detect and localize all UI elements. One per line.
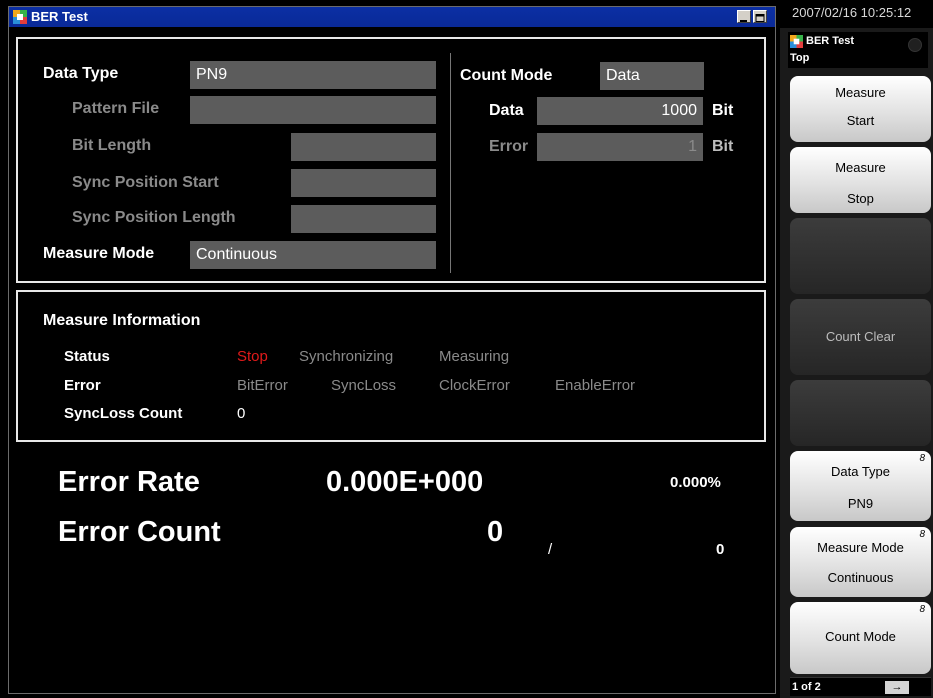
- submenu-indicator-icon: 8: [919, 604, 925, 615]
- data-type-label: Data Type: [43, 65, 119, 82]
- key-label: Data Type: [830, 464, 891, 479]
- data-type-key[interactable]: 8 Data Type PN9: [790, 451, 931, 521]
- key-label: Measure: [835, 85, 886, 100]
- data-type-field[interactable]: PN9: [190, 61, 436, 89]
- status-measuring: Measuring: [439, 348, 510, 365]
- key-label: Stop: [847, 191, 874, 206]
- key-label: Measure Mode: [817, 540, 904, 555]
- clock-bar: 2007/02/16 10:25:12: [780, 0, 933, 28]
- error-count-result-value: 0: [487, 516, 504, 548]
- error-count-result-label: Error Count: [58, 516, 221, 548]
- function-key-panel: 2007/02/16 10:25:12 BER Test Top Measure…: [780, 0, 933, 698]
- total-count-value: 0: [716, 541, 725, 558]
- syncloss-count-value: 0: [237, 405, 246, 422]
- measure-start-button[interactable]: Measure Start: [790, 76, 931, 142]
- error-biterror: BitError: [237, 377, 288, 394]
- error-enableerror: EnableError: [555, 377, 636, 394]
- page-indicator: 1 of 2: [792, 681, 821, 693]
- count-separator: /: [548, 541, 553, 558]
- submenu-indicator-icon: 8: [919, 529, 925, 540]
- status-indicator-icon: [908, 38, 922, 52]
- sync-position-length-label: Sync Position Length: [72, 209, 236, 226]
- error-rate-label: Error Rate: [58, 466, 200, 498]
- datetime: 2007/02/16 10:25:12: [792, 5, 912, 20]
- status-label: Status: [64, 348, 110, 365]
- side-header: BER Test Top: [788, 32, 928, 68]
- error-rate-percent: 0.000%: [670, 474, 721, 491]
- page-bar: 1 of 2 →: [790, 677, 931, 696]
- error-rate-value: 0.000E+000: [326, 466, 484, 498]
- measure-mode-label: Measure Mode: [43, 245, 155, 262]
- key-label: Count Clear: [825, 329, 896, 344]
- blank-key-5: [790, 380, 931, 446]
- next-page-arrow-icon[interactable]: →: [885, 681, 909, 694]
- minimize-button[interactable]: [737, 10, 751, 23]
- data-count-label: Data: [489, 102, 524, 119]
- error-label: Error: [64, 377, 101, 394]
- measure-stop-button[interactable]: Measure Stop: [790, 147, 931, 213]
- bit-length-label: Bit Length: [72, 137, 152, 154]
- sync-position-start-field[interactable]: [291, 169, 436, 197]
- settings-panel: Data Type PN9 Pattern File Bit Length Sy…: [16, 37, 766, 283]
- blank-key-3: [790, 218, 931, 294]
- status-synchronizing: Synchronizing: [299, 348, 394, 365]
- app-icon: [13, 10, 27, 24]
- status-stop: Stop: [237, 348, 268, 365]
- count-mode-field[interactable]: Data: [600, 62, 704, 90]
- submenu-indicator-icon: 8: [919, 453, 925, 464]
- measure-information-panel: Measure Information Status Stop Synchron…: [16, 290, 766, 442]
- pattern-file-field[interactable]: [190, 96, 436, 124]
- measure-mode-field[interactable]: Continuous: [190, 241, 436, 269]
- key-value: PN9: [847, 496, 874, 511]
- data-count-field[interactable]: 1000: [537, 97, 703, 125]
- error-unit: Bit: [712, 138, 734, 155]
- error-syncloss: SyncLoss: [331, 377, 397, 394]
- count-mode-label: Count Mode: [460, 67, 553, 84]
- key-label: Measure: [835, 160, 886, 175]
- sync-position-start-label: Sync Position Start: [72, 174, 219, 191]
- key-value: Continuous: [827, 570, 894, 585]
- syncloss-count-label: SyncLoss Count: [64, 405, 183, 422]
- maximize-button[interactable]: [753, 10, 767, 23]
- measure-mode-key[interactable]: 8 Measure Mode Continuous: [790, 527, 931, 597]
- side-menu-title: Top: [790, 52, 810, 64]
- side-app-title: BER Test: [806, 35, 855, 47]
- panel-divider: [450, 53, 451, 273]
- app-icon: [790, 35, 803, 48]
- key-label: Count Mode: [825, 629, 896, 644]
- sync-position-length-field[interactable]: [291, 205, 436, 233]
- error-clockerror: ClockError: [439, 377, 510, 394]
- measure-information-title: Measure Information: [43, 312, 201, 329]
- pattern-file-label: Pattern File: [72, 100, 160, 117]
- key-label: Start: [846, 113, 875, 128]
- count-mode-key[interactable]: 8 Count Mode: [790, 602, 931, 674]
- title-bar: BER Test: [9, 7, 775, 27]
- data-unit: Bit: [712, 102, 734, 119]
- error-count-label: Error: [489, 138, 529, 155]
- window-title: BER Test: [31, 9, 88, 24]
- bit-length-field[interactable]: [291, 133, 436, 161]
- error-count-field[interactable]: 1: [537, 133, 703, 161]
- count-clear-button[interactable]: Count Clear: [790, 299, 931, 375]
